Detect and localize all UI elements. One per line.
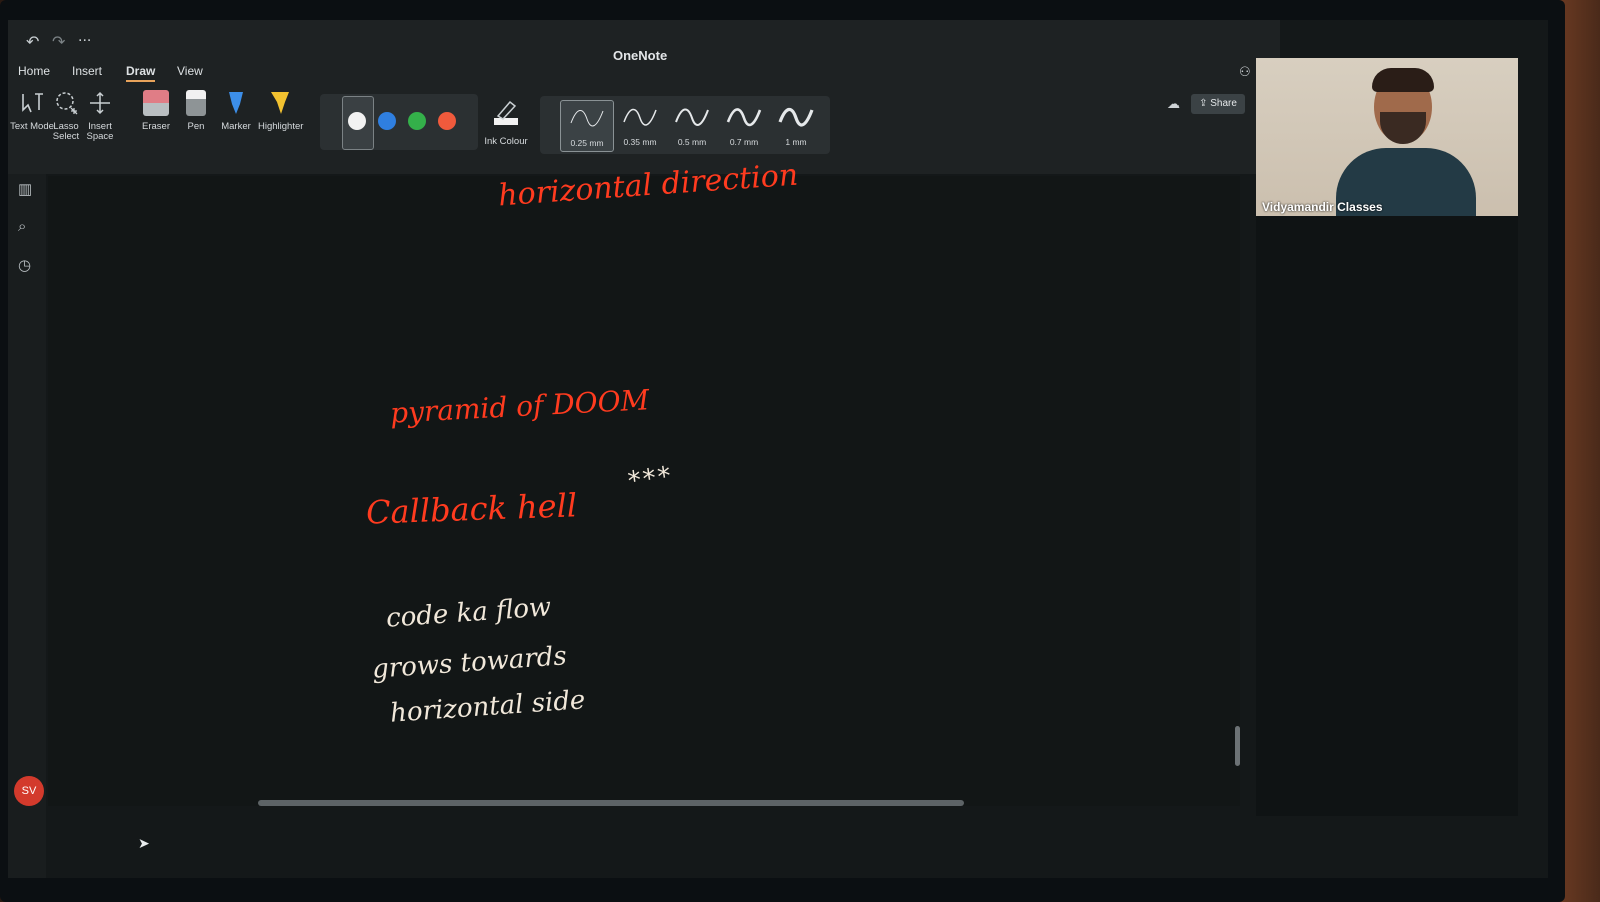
thickness-option[interactable]: 0.25 mm xyxy=(560,100,614,152)
tab-draw[interactable]: Draw xyxy=(126,64,156,82)
thickness-label: 0.25 mm xyxy=(570,138,604,148)
more-options-icon[interactable]: ... xyxy=(78,28,91,46)
lasso-icon xyxy=(53,90,79,116)
eraser-button[interactable]: Eraser xyxy=(134,90,178,132)
mouse-cursor-icon: ➤ xyxy=(138,835,150,851)
participant-video[interactable] xyxy=(1256,58,1518,216)
marker-icon xyxy=(223,90,249,116)
importance-stars: *** xyxy=(626,461,675,497)
pen-label: Pen xyxy=(187,121,205,132)
thickness-label: 0.5 mm xyxy=(677,137,707,147)
share-button[interactable]: ⇪ Share xyxy=(1191,94,1245,114)
person-beard xyxy=(1380,112,1426,144)
color-white-swatch[interactable] xyxy=(348,112,366,130)
pen-color-palette xyxy=(320,94,478,150)
ink-colour-label: Ink Colour xyxy=(484,136,528,147)
thickness-label: 0.35 mm xyxy=(623,137,657,147)
eraser-icon xyxy=(143,90,169,116)
redo-icon[interactable]: ↷ xyxy=(52,32,65,52)
horizontal-scrollbar[interactable] xyxy=(258,800,964,806)
pen-icon xyxy=(186,90,206,116)
ink-colour-button[interactable]: Ink Colour xyxy=(484,98,528,147)
thickness-selector: 0.25 mm 0.35 mm 0.5 mm 0.7 mm 1 mm xyxy=(540,96,830,154)
insert-space-icon xyxy=(87,90,113,116)
person-hair xyxy=(1372,68,1434,92)
color-red-swatch[interactable] xyxy=(438,112,456,130)
thickness-option[interactable]: 0.5 mm xyxy=(666,100,718,150)
share-label: Share xyxy=(1210,98,1237,109)
thickness-option[interactable]: 0.7 mm xyxy=(718,100,770,150)
laptop-screen: ↶ ↷ ... OneNote Home Insert Draw View ⚇ … xyxy=(8,20,1548,878)
collaborate-icon[interactable]: ⚇ xyxy=(1239,64,1251,80)
app-title: OneNote xyxy=(613,48,668,63)
thickness-label: 1 mm xyxy=(785,137,807,147)
ink-colour-icon xyxy=(484,98,528,133)
thickness-option[interactable]: 1 mm xyxy=(770,100,822,150)
video-panel-background xyxy=(1256,216,1518,816)
tab-view[interactable]: View xyxy=(177,64,203,78)
sync-cloud-icon[interactable]: ☁ xyxy=(1167,96,1180,112)
thickness-option[interactable]: 0.35 mm xyxy=(614,100,666,150)
participant-name: Vidyamandir Classes xyxy=(1262,200,1383,214)
marker-label: Marker xyxy=(221,121,251,132)
share-icon: ⇪ xyxy=(1199,98,1211,109)
pen-button[interactable]: Pen xyxy=(174,90,218,132)
marker-button[interactable]: Marker xyxy=(214,90,258,132)
highlighter-icon xyxy=(267,90,293,116)
color-blue-swatch[interactable] xyxy=(378,112,396,130)
vertical-scrollbar[interactable] xyxy=(1235,726,1240,766)
tab-insert[interactable]: Insert xyxy=(72,64,102,78)
thickness-label: 0.7 mm xyxy=(729,137,759,147)
insert-space-button[interactable]: Insert Space xyxy=(78,90,122,142)
ink-drawing-layer xyxy=(8,20,52,820)
highlighter-button[interactable]: Highlighter xyxy=(258,90,304,132)
callback-hell-text: Callback hell xyxy=(365,486,578,532)
insert-space-label: Insert Space xyxy=(86,121,114,142)
eraser-label: Eraser xyxy=(142,121,170,132)
highlighter-label: Highlighter xyxy=(258,121,304,132)
color-green-swatch[interactable] xyxy=(408,112,426,130)
